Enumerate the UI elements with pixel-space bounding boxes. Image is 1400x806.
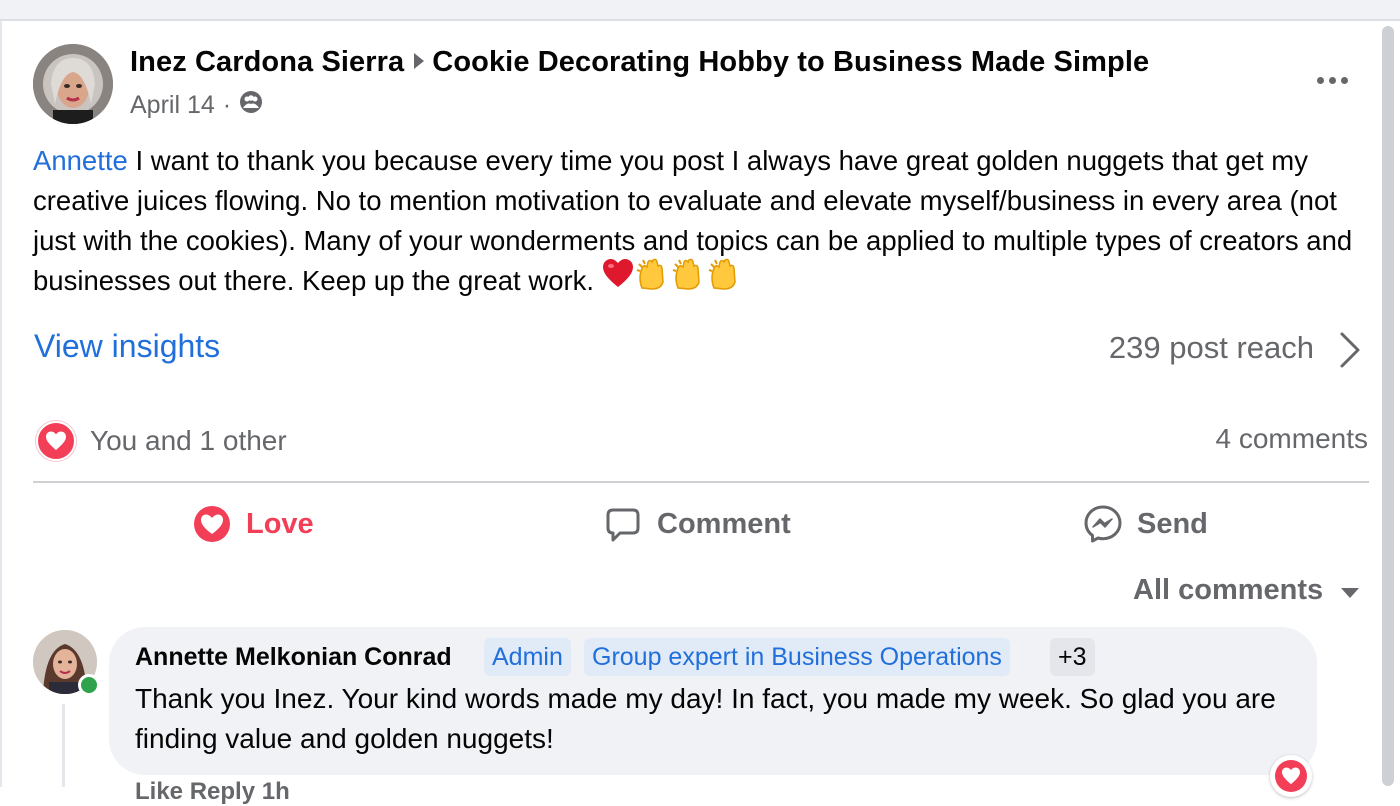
post-body: Annette I want to thank you because ever… [33, 141, 1378, 304]
author-name[interactable]: Inez Cardona Sierra [130, 46, 404, 78]
comments-filter-dropdown[interactable]: All comments [1133, 574, 1360, 607]
reactions-summary[interactable]: You and 1 other [36, 421, 287, 461]
admin-badge[interactable]: Admin [484, 638, 571, 676]
caret-down-icon [1341, 587, 1360, 598]
love-icon [192, 504, 232, 544]
more-options-button[interactable] [1310, 66, 1354, 94]
group-expert-badge[interactable]: Group expert in Business Operations [584, 638, 1010, 676]
scrollbar[interactable] [1380, 22, 1396, 787]
send-button[interactable]: Send [1083, 500, 1208, 548]
post-meta: April 14 · [130, 90, 263, 121]
comments-filter-label: All comments [1133, 574, 1324, 606]
mention-link[interactable]: Annette [33, 145, 128, 176]
love-button[interactable]: Love [192, 500, 314, 548]
messenger-icon [1083, 504, 1123, 544]
view-insights-link[interactable]: View insights [34, 328, 220, 365]
comments-count[interactable]: 4 comments [1216, 423, 1369, 455]
more-dot-icon [1340, 76, 1348, 84]
arrow-right-icon [414, 53, 425, 70]
post-date[interactable]: April 14 [130, 91, 215, 120]
top-border [0, 0, 1400, 21]
reaction-summary-text: You and 1 other [90, 425, 287, 456]
post-reach[interactable]: 239 post reach [1109, 330, 1314, 366]
comment-button[interactable]: Comment [603, 500, 791, 548]
love-reaction-icon [36, 421, 76, 461]
meta-separator: · [222, 91, 232, 119]
scrollbar-thumb[interactable] [1382, 26, 1394, 786]
author-avatar[interactable] [33, 44, 113, 124]
comment-actions-row[interactable]: Like Reply 1h [135, 778, 290, 806]
thread-line [62, 704, 65, 787]
more-badges-count[interactable]: +3 [1050, 638, 1095, 676]
chevron-right-icon[interactable] [1334, 330, 1364, 370]
clapping-hands-icon [708, 258, 742, 301]
comment-label: Comment [657, 507, 791, 540]
comment-icon [603, 504, 643, 544]
more-dot-icon [1328, 76, 1336, 84]
group-icon [239, 90, 263, 121]
left-edge [0, 21, 2, 787]
clapping-hands-icon [672, 258, 706, 301]
clapping-hands-icon [636, 258, 670, 301]
comment-love-reaction[interactable] [1270, 755, 1312, 797]
commenter-name[interactable]: Annette Melkonian Conrad [135, 643, 452, 672]
send-label: Send [1137, 507, 1208, 540]
group-name[interactable]: Cookie Decorating Hobby to Business Made… [432, 46, 1149, 78]
comment-text: Thank you Inez. Your kind words made my … [135, 683, 1276, 754]
love-reaction-icon [1275, 760, 1307, 792]
divider [33, 481, 1369, 483]
love-label: Love [246, 507, 314, 540]
red-heart-icon [602, 259, 634, 300]
online-status-indicator [78, 674, 100, 696]
post-author-line: Inez Cardona Sierra Cookie Decorating Hob… [130, 46, 1149, 79]
more-dot-icon [1316, 76, 1324, 84]
